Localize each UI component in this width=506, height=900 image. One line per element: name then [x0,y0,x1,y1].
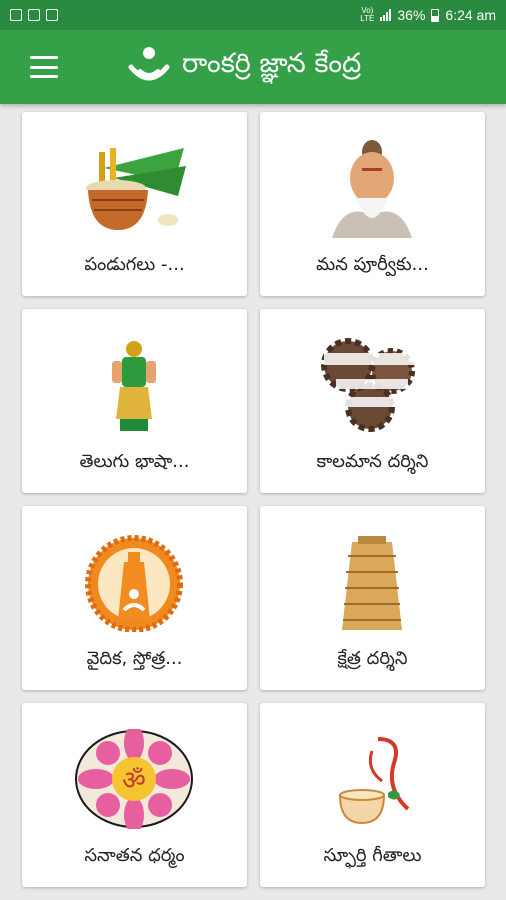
temple-tower-icon [312,532,432,632]
veena-pot-icon [312,729,432,829]
tile-label: కాలమాన దర్శిని [316,451,429,472]
battery-percent: 36% [397,7,426,23]
tile-calendar[interactable]: కాలమాన దర్శిని [260,309,485,493]
notification-icons [10,9,58,21]
tile-vedic-stotras[interactable]: వైదిక, స్తోత్ర... [22,506,247,690]
tile-label: మన పూర్వీకు... [316,254,429,275]
hamburger-menu-icon[interactable] [30,56,58,78]
meditating-person-logo [128,47,170,81]
status-indicators: Vo) LTE 36% 6:24 am [360,6,496,24]
sage-portrait-icon [312,138,432,238]
app-bar: రాంకర్రి జ్ఞాన కేంద్ర [0,30,506,104]
clock: 6:24 am [445,7,496,23]
tile-label: సనాతన ధర్మం [84,845,185,866]
status-bar: Vo) LTE 36% 6:24 am [0,0,506,30]
notification-icon [46,9,58,21]
tile-label: స్ఫూర్తి గీతాలు [323,845,422,866]
tile-telugu-language[interactable]: తెలుగు భాషా... [22,309,247,493]
tile-ancestors[interactable]: మన పూర్వీకు... [260,112,485,296]
tile-label: క్షేత్ర దర్శిని [337,648,408,669]
calendar-gears-icon [312,335,432,435]
app-title: రాంకర్రి జ్ఞాన కేంద్ర [182,48,362,79]
notification-icon [28,9,40,21]
festival-pot-icon [74,138,194,238]
notification-icon [10,9,22,21]
app-title-wrap: రాంకర్రి జ్ఞాన కేంద్ర [126,42,361,92]
temple-meditation-emblem-icon [74,532,194,632]
tile-label: పండుగలు -... [84,254,185,275]
tile-label: వైదిక, స్తోత్ర... [86,648,183,669]
network-type: Vo) LTE [360,6,375,23]
signal-icon [380,9,392,21]
tile-label: తెలుగు భాషా... [79,451,190,472]
tile-inspiring-songs[interactable]: స్ఫూర్తి గీతాలు [260,703,485,887]
tile-festivals[interactable]: పండుగలు -... [22,112,247,296]
tile-pilgrimage[interactable]: క్షేత్ర దర్శిని [260,506,485,690]
telugu-thalli-statue-icon [74,335,194,435]
tile-sanatana-dharma[interactable]: ॐ సనాతన ధర్మం [22,703,247,887]
om-lotus-icon: ॐ [74,729,194,829]
svg-text:ॐ: ॐ [122,766,146,796]
battery-icon [431,8,440,22]
